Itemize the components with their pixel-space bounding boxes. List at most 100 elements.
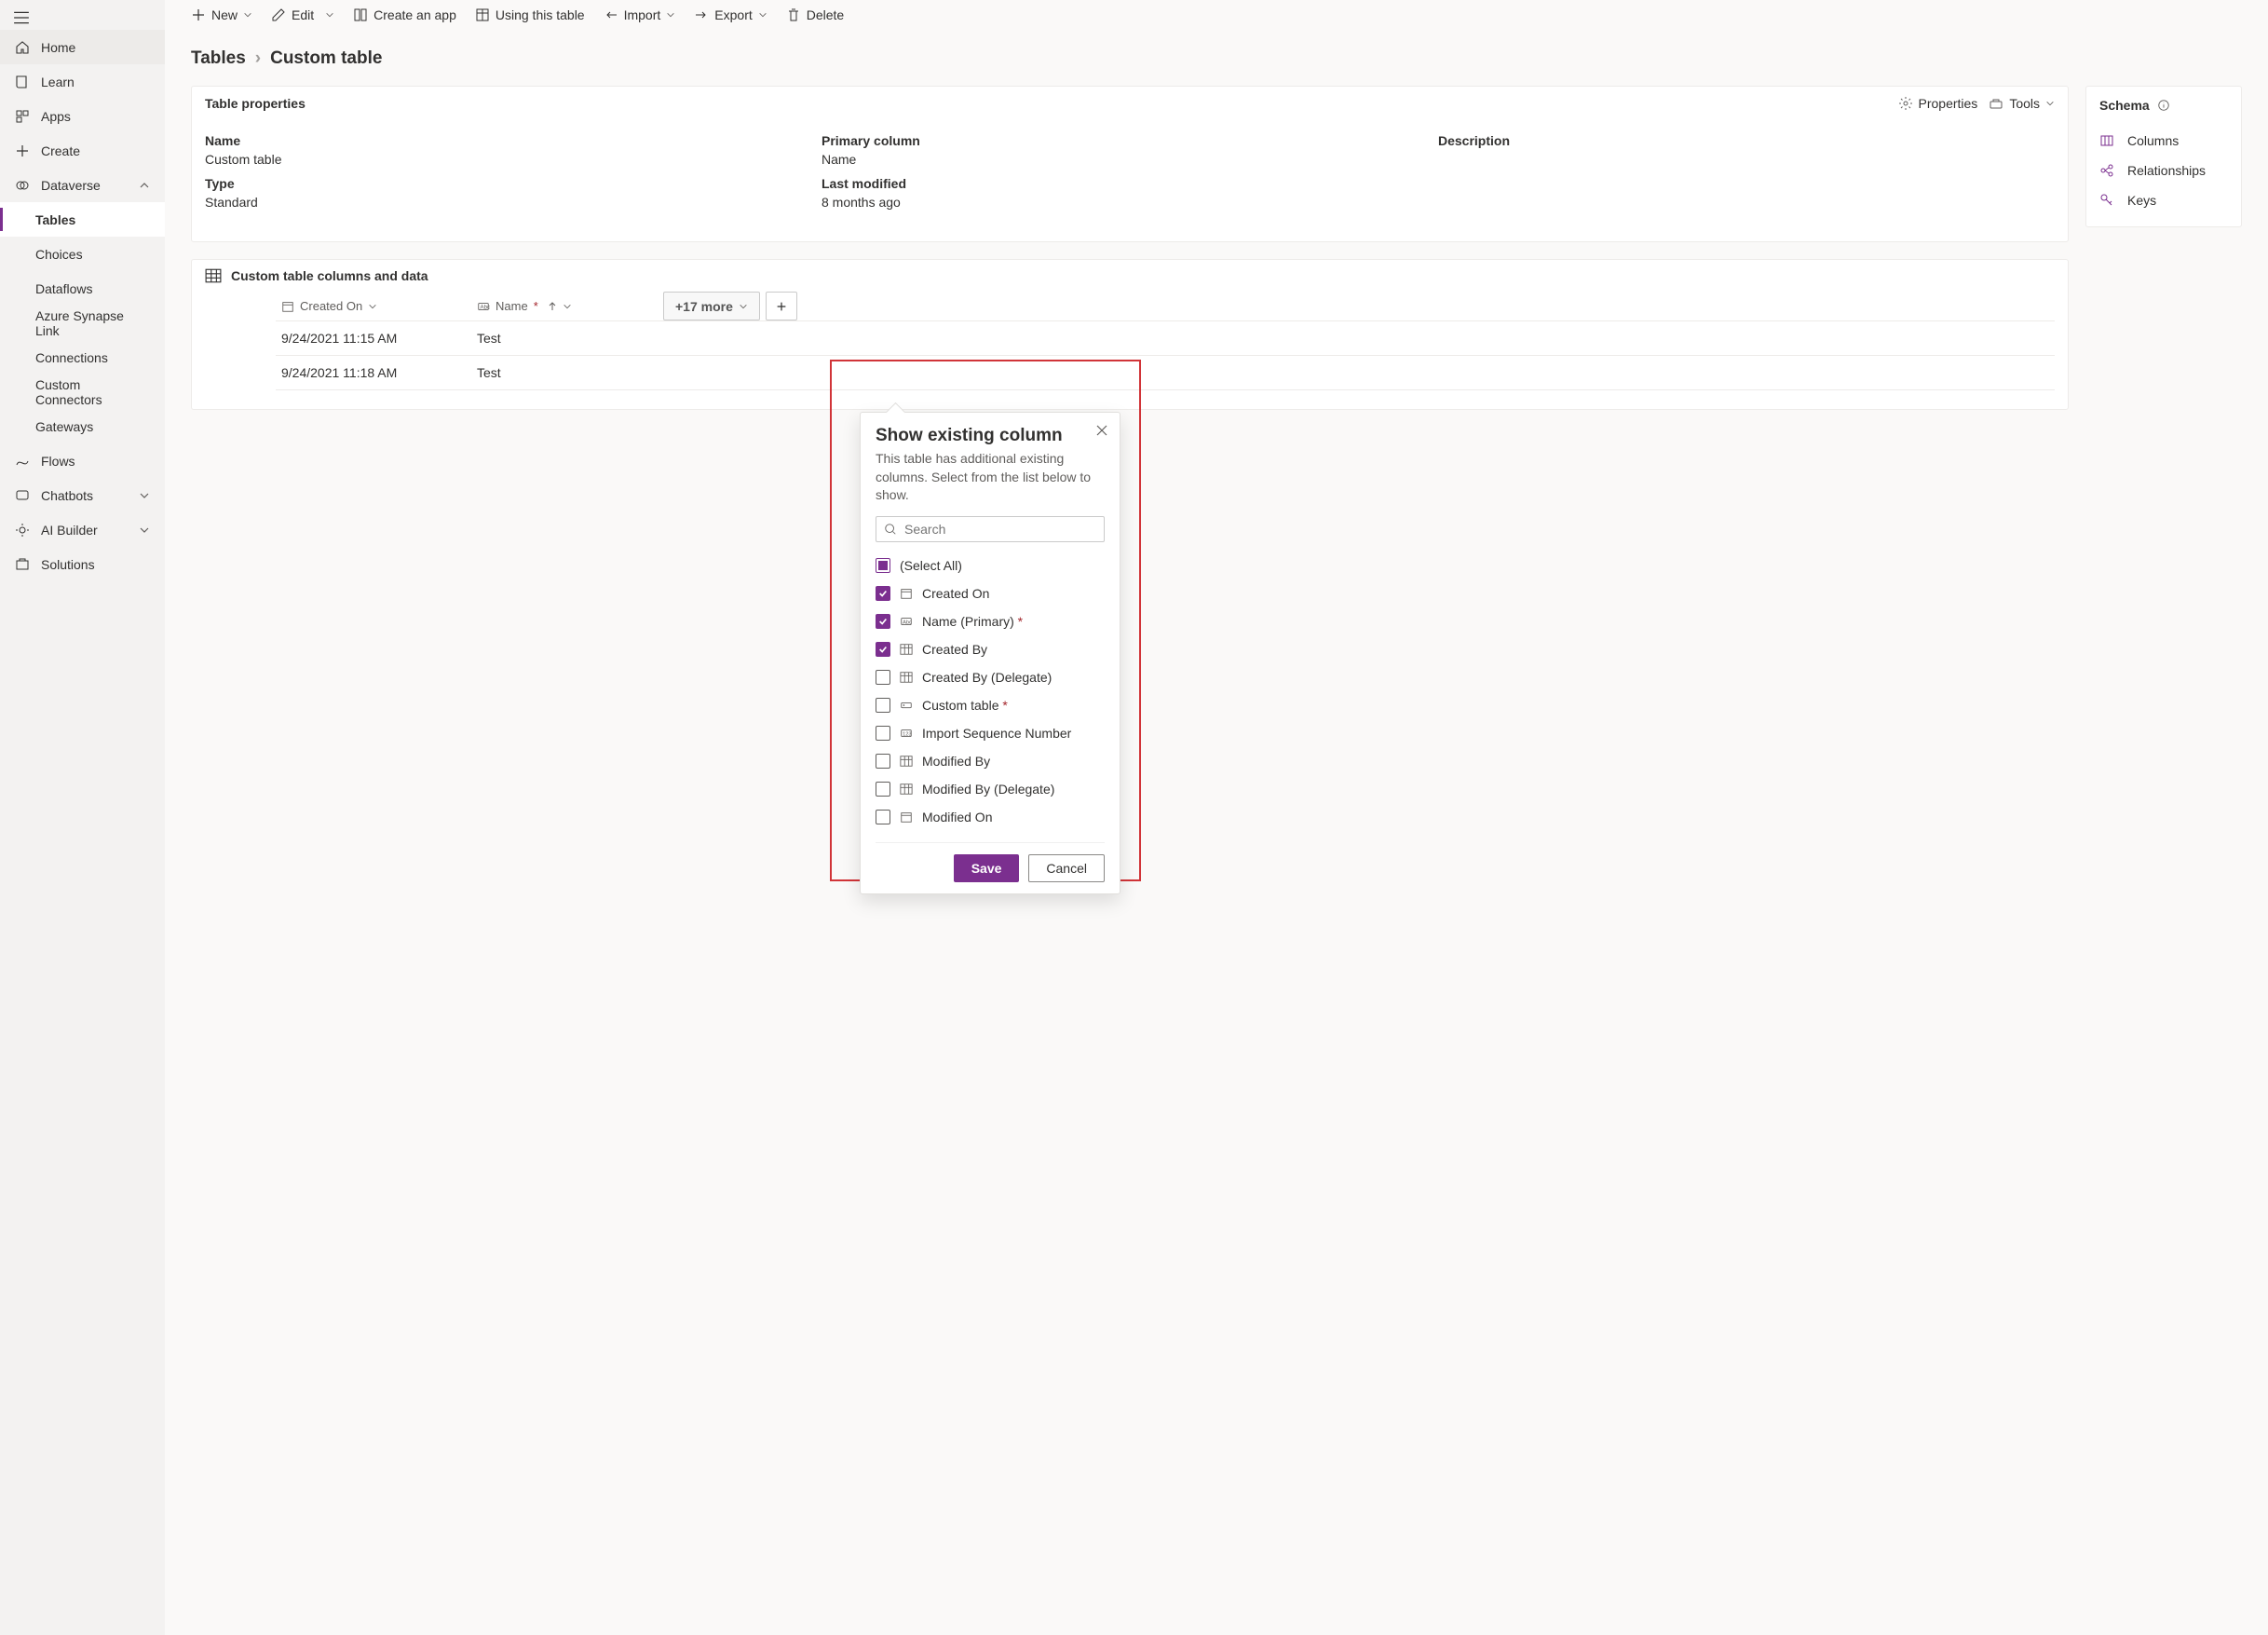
add-column-button[interactable] bbox=[766, 292, 797, 320]
cmd-label: Delete bbox=[807, 7, 844, 22]
prop-val-name: Custom table bbox=[205, 152, 822, 167]
column-option[interactable]: Created By bbox=[876, 635, 1099, 663]
cmd-create-app[interactable]: Create an app bbox=[346, 4, 464, 26]
nav-learn[interactable]: Learn bbox=[0, 64, 165, 99]
date-icon bbox=[281, 300, 294, 313]
nav-create[interactable]: Create bbox=[0, 133, 165, 168]
column-option-label: (Select All) bbox=[900, 558, 962, 573]
home-icon bbox=[15, 40, 30, 55]
nav-ai-builder[interactable]: AI Builder bbox=[0, 512, 165, 547]
checkbox[interactable] bbox=[876, 726, 890, 741]
search-box[interactable] bbox=[876, 516, 1105, 542]
properties-button[interactable]: Properties bbox=[1898, 96, 1978, 111]
checkbox[interactable] bbox=[876, 558, 890, 573]
more-columns-button[interactable]: +17 more bbox=[663, 292, 760, 320]
nav-choices[interactable]: Choices bbox=[0, 237, 165, 271]
date-type-icon bbox=[900, 587, 913, 600]
cmd-delete[interactable]: Delete bbox=[779, 4, 851, 26]
plus-icon bbox=[15, 143, 30, 158]
column-option[interactable]: Created By (Delegate) bbox=[876, 663, 1099, 691]
nav-label: Solutions bbox=[41, 557, 95, 572]
svg-text:Abc: Abc bbox=[903, 620, 912, 625]
search-icon bbox=[884, 523, 897, 536]
info-icon[interactable] bbox=[2157, 99, 2170, 112]
col-header-name[interactable]: Abc Name* bbox=[471, 292, 658, 320]
column-option[interactable]: Custom table * bbox=[876, 691, 1099, 719]
column-option-label: Modified By (Delegate) bbox=[922, 782, 1054, 797]
edit-icon bbox=[271, 7, 286, 22]
table-row[interactable]: 9/24/2021 11:15 AMTest bbox=[276, 321, 2055, 356]
table-icon bbox=[475, 7, 490, 22]
breadcrumb-root[interactable]: Tables bbox=[191, 48, 246, 69]
search-input[interactable] bbox=[904, 522, 1096, 537]
schema-keys[interactable]: Keys bbox=[2099, 185, 2228, 215]
table-row[interactable]: 9/24/2021 11:18 AMTest bbox=[276, 356, 2055, 390]
nav-label: Dataverse bbox=[41, 178, 101, 193]
col-header-created-on[interactable]: Created On bbox=[276, 292, 471, 320]
nav-chatbots[interactable]: Chatbots bbox=[0, 478, 165, 512]
close-button[interactable] bbox=[1095, 424, 1108, 437]
svg-text:Abc: Abc bbox=[481, 304, 491, 310]
checkbox[interactable] bbox=[876, 670, 890, 685]
prop-label-primary: Primary column bbox=[822, 133, 1438, 148]
column-list[interactable]: (Select All) Created OnAbcName (Primary) … bbox=[876, 552, 1105, 831]
nav-label: AI Builder bbox=[41, 523, 98, 538]
nav-home[interactable]: Home bbox=[0, 30, 165, 64]
export-icon bbox=[694, 7, 709, 22]
checkbox[interactable] bbox=[876, 614, 890, 629]
nav-connections[interactable]: Connections bbox=[0, 340, 165, 375]
sort-asc-icon bbox=[548, 302, 557, 311]
nav-label: Connections bbox=[35, 350, 108, 365]
nav-dataflows[interactable]: Dataflows bbox=[0, 271, 165, 306]
required-indicator: * bbox=[534, 299, 538, 313]
schema-title: Schema bbox=[2099, 98, 2150, 113]
checkbox[interactable] bbox=[876, 782, 890, 797]
column-option[interactable]: Modified By bbox=[876, 747, 1099, 775]
cmd-using-table[interactable]: Using this table bbox=[468, 4, 592, 26]
cmd-new[interactable]: New bbox=[183, 4, 260, 26]
nav-tables[interactable]: Tables bbox=[0, 202, 165, 237]
number-type-icon: 123 bbox=[900, 727, 913, 740]
nav-dataverse[interactable]: Dataverse bbox=[0, 168, 165, 202]
solutions-icon bbox=[15, 557, 30, 572]
nav-label: Gateways bbox=[35, 419, 93, 434]
nav-solutions[interactable]: Solutions bbox=[0, 547, 165, 581]
chevron-down-icon bbox=[368, 302, 377, 311]
save-button[interactable]: Save bbox=[954, 854, 1020, 882]
column-option-label: Modified On bbox=[922, 810, 992, 824]
hamburger-menu[interactable] bbox=[13, 9, 30, 26]
checkbox[interactable] bbox=[876, 810, 890, 824]
cell-created: 9/24/2021 11:15 AM bbox=[276, 321, 471, 355]
column-option[interactable]: 123Import Sequence Number bbox=[876, 719, 1099, 747]
checkbox[interactable] bbox=[876, 586, 890, 601]
column-option[interactable]: AbcName (Primary) * bbox=[876, 607, 1099, 635]
schema-relationships[interactable]: Relationships bbox=[2099, 156, 2228, 185]
column-option[interactable]: Modified On bbox=[876, 803, 1099, 831]
chevron-down-icon bbox=[758, 10, 767, 20]
chevron-down-icon bbox=[139, 525, 150, 536]
column-option[interactable]: Modified By (Delegate) bbox=[876, 775, 1099, 803]
column-option[interactable]: (Select All) bbox=[876, 552, 1099, 579]
schema-columns[interactable]: Columns bbox=[2099, 126, 2228, 156]
nav-custom-connectors[interactable]: Custom Connectors bbox=[0, 375, 165, 409]
nav-label: Custom Connectors bbox=[35, 377, 150, 407]
nav-gateways[interactable]: Gateways bbox=[0, 409, 165, 443]
cancel-button[interactable]: Cancel bbox=[1028, 854, 1105, 882]
nav-flows[interactable]: Flows bbox=[0, 443, 165, 478]
cmd-label: Import bbox=[624, 7, 661, 22]
table-icon bbox=[205, 267, 222, 284]
table-properties-card: Table properties Properties Tools bbox=[191, 86, 2069, 242]
cmd-edit[interactable]: Edit bbox=[264, 4, 342, 26]
nav-synapse[interactable]: Azure Synapse Link bbox=[0, 306, 165, 340]
cmd-import[interactable]: Import bbox=[596, 4, 684, 26]
keys-icon bbox=[2099, 193, 2116, 208]
column-option[interactable]: Created On bbox=[876, 579, 1099, 607]
chevron-down-icon bbox=[139, 490, 150, 501]
apps-icon bbox=[15, 109, 30, 124]
checkbox[interactable] bbox=[876, 698, 890, 713]
checkbox[interactable] bbox=[876, 754, 890, 769]
nav-apps[interactable]: Apps bbox=[0, 99, 165, 133]
cmd-export[interactable]: Export bbox=[686, 4, 774, 26]
checkbox[interactable] bbox=[876, 642, 890, 657]
tools-button[interactable]: Tools bbox=[1989, 96, 2055, 111]
